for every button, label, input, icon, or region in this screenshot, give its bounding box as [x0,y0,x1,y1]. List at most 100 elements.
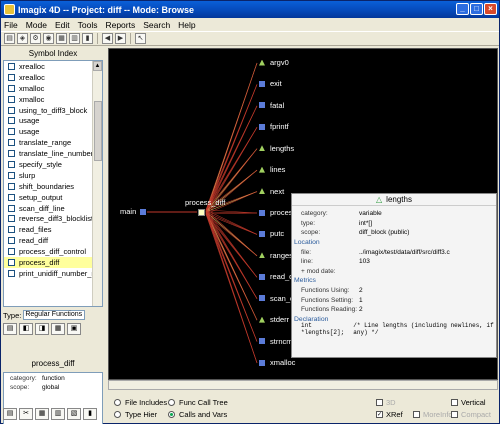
checkbox[interactable] [8,128,15,136]
checkbox[interactable] [8,117,15,125]
checkbox[interactable] [8,215,15,223]
opt-3d[interactable]: 3D [376,398,396,407]
list-tool-icon[interactable]: ▤ [3,323,17,335]
checkbox[interactable] [8,269,15,277]
node-lengths[interactable]: lengths [259,144,294,153]
mod-date-toggle[interactable]: + mod date: [301,268,359,275]
menu-file[interactable]: File [4,20,18,30]
back-icon[interactable]: ◀ [102,33,113,44]
filter-icon[interactable]: ▦ [51,323,65,335]
menu-search[interactable]: Search [143,20,170,30]
type-filter-select[interactable]: Regular Functions [23,310,86,320]
node-exit[interactable]: exit [259,79,282,88]
symbol-item[interactable]: setup_output [4,192,102,203]
graph-icon[interactable]: ◉ [43,33,54,44]
checkbox[interactable] [8,193,15,201]
analyze-icon[interactable]: ◈ [17,33,28,44]
symbol-item[interactable]: usage [4,126,102,137]
export-icon[interactable]: ▧ [67,408,81,420]
node-scan_d[interactable]: scan_d [259,294,294,303]
node-fatal[interactable]: fatal [259,101,284,110]
opt-file-includes[interactable]: File Includes [114,398,167,407]
chart-icon[interactable]: ▮ [82,33,93,44]
node-xmalloc[interactable]: xmalloc [259,358,295,367]
menu-edit[interactable]: Edit [55,20,70,30]
opt-xref[interactable]: ✓ XRef [376,410,403,419]
symbol-item[interactable]: process_diff_control [4,246,102,257]
symbol-item[interactable]: slurp [4,170,102,181]
checkbox[interactable] [8,84,15,92]
opt-vertical[interactable]: Vertical [451,398,486,407]
menu-reports[interactable]: Reports [105,20,135,30]
table-icon[interactable]: ▦ [35,408,49,420]
menu-tools[interactable]: Tools [78,20,98,30]
menu-help[interactable]: Help [178,20,195,30]
node-next[interactable]: next [259,187,284,196]
canvas-hscrollbar[interactable] [108,380,498,390]
checkbox[interactable] [8,248,15,256]
metrics-icon[interactable]: ▮ [83,408,97,420]
symbol-item[interactable]: shift_boundaries [4,181,102,192]
symbol-item[interactable]: specify_style [4,159,102,170]
close-button[interactable]: × [484,3,497,15]
opt-calls-and-vars[interactable]: Calls and Vars [168,410,227,419]
maximize-button[interactable]: □ [470,3,483,15]
options-icon[interactable]: ▣ [67,323,81,335]
node-center[interactable]: process_diff [185,198,225,207]
center-node-square[interactable] [198,209,205,216]
checkbox[interactable] [8,139,15,147]
checkbox[interactable] [8,204,15,212]
node-argv0[interactable]: argv0 [259,58,289,67]
report-icon[interactable]: ▥ [69,33,80,44]
checkbox[interactable] [8,73,15,81]
symbol-item[interactable]: xmalloc [4,83,102,94]
checkbox[interactable] [8,106,15,114]
symbol-item[interactable]: print_unidiff_number_range [4,268,102,279]
node-lines[interactable]: lines [259,165,285,174]
opt-compact[interactable]: Compact [451,410,491,419]
symbol-item[interactable]: xmalloc [4,94,102,105]
opt-moreinfo[interactable]: MoreInfo [413,410,453,419]
print-icon[interactable]: ▤ [3,408,17,420]
symbol-item[interactable]: process_diff [4,257,102,268]
node-main[interactable]: main [120,207,151,216]
symbol-item[interactable]: xrealloc [4,61,102,72]
file-icon[interactable]: ▦ [56,33,67,44]
opt-type-hier[interactable]: Type Hier [114,410,157,419]
checkbox[interactable] [8,226,15,234]
checkbox[interactable] [8,237,15,245]
checkbox[interactable] [8,258,15,266]
checkbox[interactable] [8,171,15,179]
symbol-item[interactable]: translate_range [4,137,102,148]
symbol-item[interactable]: using_to_diff3_block [4,105,102,116]
save-icon[interactable]: ▤ [4,33,15,44]
node-ranges[interactable]: ranges [259,251,293,260]
opt-func-call-tree[interactable]: Func Call Tree [168,398,228,407]
hide-icon[interactable]: ◨ [35,323,49,335]
show-icon[interactable]: ◧ [19,323,33,335]
cut-icon[interactable]: ✂ [19,408,33,420]
node-stderr[interactable]: stderr [259,315,289,324]
symbol-index-list[interactable]: ▲ xrealloc xrealloc xmalloc xmalloc using_to… [3,60,103,307]
symbol-item[interactable]: usage [4,115,102,126]
menu-mode[interactable]: Mode [26,20,47,30]
node-read_d[interactable]: read_d [259,272,293,281]
checkbox[interactable] [8,150,15,158]
pointer-icon[interactable]: ↖ [135,33,146,44]
checkbox[interactable] [8,95,15,103]
minimize-button[interactable]: _ [456,3,469,15]
symbol-item[interactable]: read_diff [4,235,102,246]
checkbox[interactable] [8,182,15,190]
symbol-item[interactable]: reverse_diff3_blocklist [4,213,102,224]
checkbox[interactable] [8,160,15,168]
copy-icon[interactable]: ▥ [51,408,65,420]
symbol-item[interactable]: translate_line_number [4,148,102,159]
node-putc[interactable]: putc [259,229,284,238]
scroll-up-icon[interactable]: ▲ [93,61,102,71]
symbol-item[interactable]: read_files [4,224,102,235]
symbol-list-scrollbar[interactable]: ▲ [92,61,102,306]
forward-icon[interactable]: ▶ [115,33,126,44]
checkbox[interactable] [8,62,15,70]
settings-icon[interactable]: ⚙ [30,33,41,44]
node-fprintf[interactable]: fprintf [259,122,289,131]
